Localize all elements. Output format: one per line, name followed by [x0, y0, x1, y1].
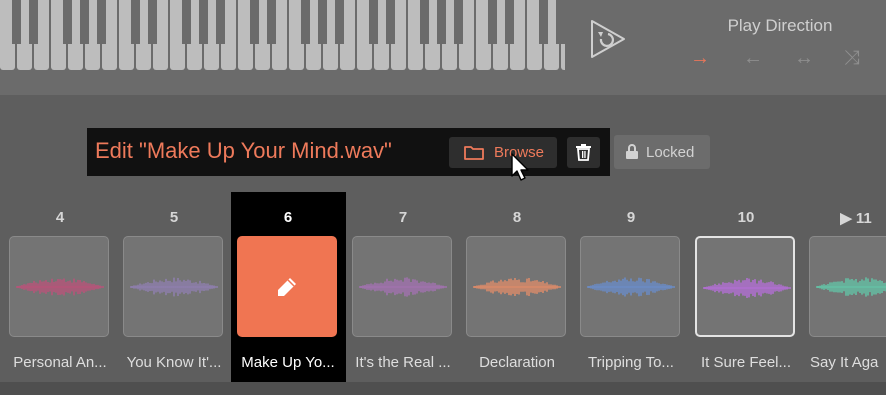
pad-name: Tripping To...	[588, 354, 674, 371]
sample-pad-strip: 4 Personal An... 5 You Know It'... 6 Mak…	[0, 192, 886, 382]
piano-black-key[interactable]	[335, 0, 344, 44]
pencil-icon	[278, 278, 296, 296]
piano-black-key[interactable]	[250, 0, 259, 44]
mouse-cursor-icon	[511, 153, 529, 181]
forward-icon[interactable]: →	[690, 48, 710, 68]
pad-name: Make Up Yo...	[241, 354, 335, 371]
locked-label: Locked	[646, 144, 695, 161]
piano-black-key[interactable]	[182, 0, 191, 44]
piano-black-key[interactable]	[267, 0, 276, 44]
piano-black-key[interactable]	[80, 0, 89, 44]
piano-black-key[interactable]	[420, 0, 429, 44]
pad-name: You Know It'...	[126, 354, 222, 371]
piano-black-key[interactable]	[386, 0, 395, 44]
piano-black-key[interactable]	[301, 0, 310, 44]
locked-toggle[interactable]: Locked	[614, 135, 710, 169]
pad-name: Declaration	[479, 354, 555, 371]
top-bar: Play Direction → ← ↔ ⤨	[0, 0, 886, 95]
pad-number: 9	[626, 209, 636, 226]
delete-button[interactable]	[567, 137, 600, 168]
piano-black-key[interactable]	[556, 0, 565, 44]
sample-pad[interactable]	[466, 236, 566, 337]
pad-name: Say It Aga	[810, 354, 879, 371]
waveform-icon	[816, 277, 886, 297]
bottom-divider	[0, 382, 886, 395]
waveform-icon	[130, 277, 218, 297]
waveform-icon	[473, 277, 561, 297]
waveform-icon	[587, 277, 675, 297]
sample-pad[interactable]	[580, 236, 680, 337]
sample-pad[interactable]	[352, 236, 452, 337]
shuffle-icon[interactable]: ⤨	[844, 48, 860, 68]
waveform-icon	[359, 277, 447, 297]
pad-number: 6	[283, 209, 293, 226]
piano-black-key[interactable]	[29, 0, 38, 44]
pad-name: It's the Real ...	[355, 354, 451, 371]
piano-keyboard[interactable]	[0, 0, 565, 72]
pad-number: 7	[398, 209, 408, 226]
piano-black-key[interactable]	[12, 0, 21, 44]
pad-number: 5	[169, 209, 179, 226]
pad-name: Personal An...	[13, 354, 107, 371]
pad-number: 4	[55, 209, 65, 226]
piano-black-key[interactable]	[488, 0, 497, 44]
lock-icon	[626, 144, 638, 159]
browse-button[interactable]: Browse	[449, 137, 557, 168]
sample-pad[interactable]	[9, 236, 109, 337]
piano-black-key[interactable]	[505, 0, 514, 44]
piano-black-key[interactable]	[318, 0, 327, 44]
piano-black-key[interactable]	[97, 0, 106, 44]
waveform-icon	[16, 278, 104, 296]
piano-black-key[interactable]	[216, 0, 225, 44]
piano-black-key[interactable]	[148, 0, 157, 44]
piano-black-key[interactable]	[199, 0, 208, 44]
pad-number: ▶ 11	[840, 210, 872, 227]
piano-black-key[interactable]	[437, 0, 446, 44]
edit-sample-title: Edit "Make Up Your Mind.wav"	[95, 138, 392, 163]
pingpong-icon[interactable]: ↔	[794, 48, 814, 68]
play-direction-label: Play Direction	[727, 16, 833, 35]
piano-black-key[interactable]	[63, 0, 72, 44]
reverse-icon[interactable]: ←	[743, 48, 763, 68]
piano-black-key[interactable]	[539, 0, 548, 44]
pad-number: 10	[737, 209, 755, 226]
sample-pad[interactable]	[695, 236, 795, 337]
trash-icon	[576, 144, 591, 161]
sample-pad[interactable]	[237, 236, 337, 337]
folder-icon	[464, 146, 484, 160]
sample-pad[interactable]	[809, 236, 886, 337]
sample-pad[interactable]	[123, 236, 223, 337]
loop-toggle-icon[interactable]	[586, 18, 628, 60]
piano-black-key[interactable]	[369, 0, 378, 44]
pad-number: 8	[512, 209, 522, 226]
piano-black-key[interactable]	[454, 0, 463, 44]
pad-name: It Sure Feel...	[700, 354, 792, 371]
piano-black-key[interactable]	[131, 0, 140, 44]
waveform-icon	[703, 278, 791, 298]
